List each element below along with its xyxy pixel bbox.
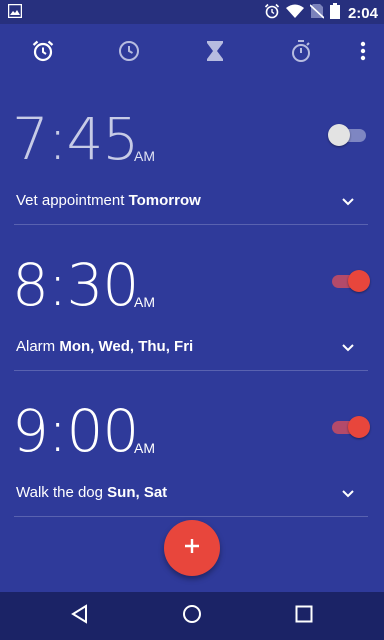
image-icon bbox=[7, 3, 23, 23]
divider bbox=[14, 224, 368, 225]
clock-icon bbox=[117, 39, 141, 68]
alarm-time[interactable]: 7:45 bbox=[12, 106, 139, 172]
home-button[interactable] bbox=[180, 604, 204, 629]
alarm-days: Mon, Wed, Thu, Fri bbox=[59, 338, 194, 355]
tab-clock[interactable] bbox=[116, 40, 142, 66]
toolbar bbox=[0, 24, 384, 82]
status-bar: 2:04 bbox=[0, 0, 384, 24]
no-sim-icon bbox=[309, 3, 325, 24]
tab-stopwatch[interactable] bbox=[288, 39, 314, 68]
stopwatch-icon bbox=[289, 39, 313, 68]
alarm-toggle[interactable] bbox=[328, 124, 366, 146]
alarm-time[interactable]: 9:00 bbox=[12, 398, 139, 464]
chevron-down-icon[interactable] bbox=[340, 194, 356, 210]
alarm-ampm: AM bbox=[134, 148, 155, 164]
recents-button[interactable] bbox=[292, 605, 316, 627]
chevron-down-icon[interactable] bbox=[340, 340, 356, 356]
alarm-status-icon bbox=[264, 3, 280, 24]
divider bbox=[14, 370, 368, 371]
tab-alarm[interactable] bbox=[30, 40, 56, 66]
alarm-label: Alarm Mon, Wed, Thu, Fri bbox=[16, 338, 193, 355]
alarm-days: Sun, Sat bbox=[107, 484, 168, 501]
alarm-label: Walk the dog Sun, Sat bbox=[16, 484, 167, 501]
back-button[interactable] bbox=[68, 603, 92, 629]
navigation-bar bbox=[0, 592, 384, 640]
toggle-thumb bbox=[348, 270, 370, 292]
alarm-label-text: Walk the dog bbox=[16, 484, 103, 501]
toggle-thumb bbox=[328, 124, 350, 146]
add-alarm-button[interactable] bbox=[164, 520, 220, 576]
hourglass-icon bbox=[204, 39, 226, 68]
add-icon bbox=[184, 538, 200, 559]
tab-timer[interactable] bbox=[202, 40, 228, 66]
home-icon bbox=[182, 604, 202, 629]
alarm-label-text: Alarm bbox=[16, 338, 56, 355]
alarm-label: Vet appointment Tomorrow bbox=[16, 192, 201, 209]
chevron-down-icon[interactable] bbox=[340, 486, 356, 502]
alarm-toggle[interactable] bbox=[330, 416, 370, 438]
alarm-clock-icon bbox=[31, 39, 55, 68]
recents-icon bbox=[295, 605, 313, 628]
wifi-icon bbox=[285, 4, 304, 24]
more-vert-icon bbox=[360, 41, 366, 66]
back-icon bbox=[70, 603, 90, 629]
toggle-thumb bbox=[348, 416, 370, 438]
alarm-label-text: Vet appointment bbox=[16, 192, 125, 209]
more-options-button[interactable] bbox=[350, 40, 376, 66]
status-time: 2:04 bbox=[347, 5, 378, 22]
alarm-days: Tomorrow bbox=[128, 192, 201, 209]
alarm-time[interactable]: 8:30 bbox=[12, 252, 139, 318]
alarm-ampm: AM bbox=[134, 440, 155, 456]
battery-icon bbox=[329, 3, 340, 24]
alarm-ampm: AM bbox=[134, 294, 155, 310]
alarm-item[interactable]: 7:45 AM Vet appointment Tomorrow bbox=[0, 106, 384, 252]
alarm-item[interactable]: 8:30 AM Alarm Mon, Wed, Thu, Fri bbox=[0, 252, 384, 398]
divider bbox=[14, 516, 368, 517]
alarm-toggle[interactable] bbox=[330, 270, 370, 292]
